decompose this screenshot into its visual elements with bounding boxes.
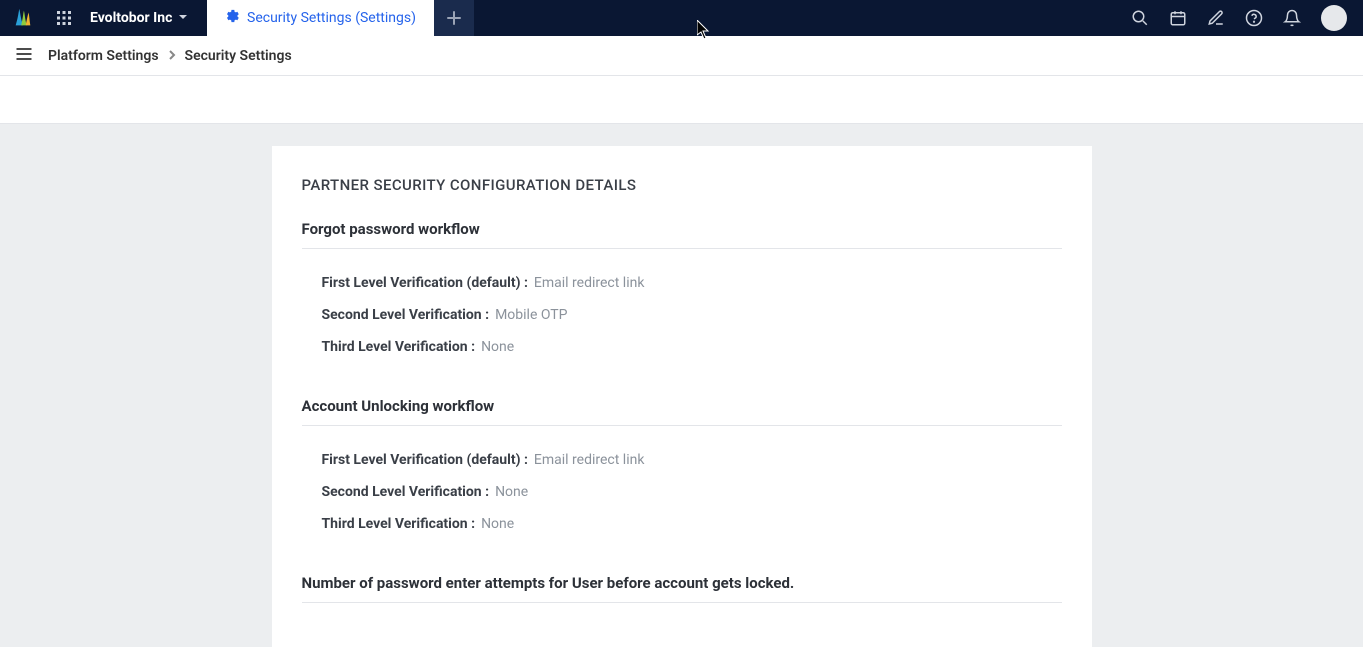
field-value: Email redirect link [534, 275, 645, 291]
field-row: Third Level Verification : None [322, 331, 1062, 363]
unlock-field-list: First Level Verification (default) : Ema… [302, 444, 1062, 540]
field-value: Mobile OTP [495, 307, 567, 323]
breadcrumb-bar: Platform Settings Security Settings [0, 36, 1363, 76]
field-row: Second Level Verification : None [322, 476, 1062, 508]
tabs-area: Security Settings (Settings) [207, 0, 474, 36]
notifications-icon[interactable] [1283, 9, 1301, 27]
brand-logo[interactable] [0, 0, 46, 36]
field-row: Third Level Verification : None [322, 508, 1062, 540]
chevron-down-icon [178, 10, 188, 26]
new-tab-button[interactable] [434, 0, 474, 36]
org-name-label: Evoltobor Inc [90, 10, 172, 26]
security-config-card: PARTNER SECURITY CONFIGURATION DETAILS F… [272, 146, 1092, 647]
field-value: Email redirect link [534, 452, 645, 468]
breadcrumb-parent[interactable]: Platform Settings [48, 48, 159, 64]
gear-icon [225, 9, 239, 27]
calendar-icon[interactable] [1169, 9, 1187, 27]
field-label: Second Level Verification : [322, 484, 490, 500]
card-title: PARTNER SECURITY CONFIGURATION DETAILS [302, 176, 1062, 194]
page-toolbar [0, 76, 1363, 124]
field-value: None [481, 516, 514, 532]
search-icon[interactable] [1131, 9, 1149, 27]
org-selector[interactable]: Evoltobor Inc [82, 10, 196, 26]
field-row: First Level Verification (default) : Ema… [322, 444, 1062, 476]
content-scroll[interactable]: PARTNER SECURITY CONFIGURATION DETAILS F… [0, 124, 1363, 647]
chevron-right-icon [167, 48, 177, 64]
section-attempts-title: Number of password enter attempts for Us… [302, 574, 1062, 603]
brand-area: Evoltobor Inc [0, 0, 207, 36]
compose-icon[interactable] [1207, 9, 1225, 27]
field-value: None [481, 339, 514, 355]
field-label: Third Level Verification : [322, 339, 476, 355]
breadcrumb-current: Security Settings [185, 48, 292, 64]
section-forgot-title: Forgot password workflow [302, 220, 1062, 249]
menu-toggle-icon[interactable] [14, 44, 34, 68]
breadcrumb: Platform Settings Security Settings [48, 48, 292, 64]
topbar: Evoltobor Inc Security Settings (Setting… [0, 0, 1363, 36]
tab-label: Security Settings (Settings) [247, 10, 416, 26]
field-row: Second Level Verification : Mobile OTP [322, 299, 1062, 331]
field-label: First Level Verification (default) : [322, 275, 528, 291]
avatar[interactable] [1321, 5, 1347, 31]
app-launcher-icon[interactable] [46, 0, 82, 36]
field-label: First Level Verification (default) : [322, 452, 528, 468]
topbar-actions [1131, 0, 1363, 36]
field-value: None [495, 484, 528, 500]
help-icon[interactable] [1245, 9, 1263, 27]
tab-security-settings[interactable]: Security Settings (Settings) [207, 0, 434, 36]
forgot-field-list: First Level Verification (default) : Ema… [302, 267, 1062, 363]
field-label: Third Level Verification : [322, 516, 476, 532]
section-unlock-title: Account Unlocking workflow [302, 397, 1062, 426]
field-row: First Level Verification (default) : Ema… [322, 267, 1062, 299]
field-label: Second Level Verification : [322, 307, 490, 323]
